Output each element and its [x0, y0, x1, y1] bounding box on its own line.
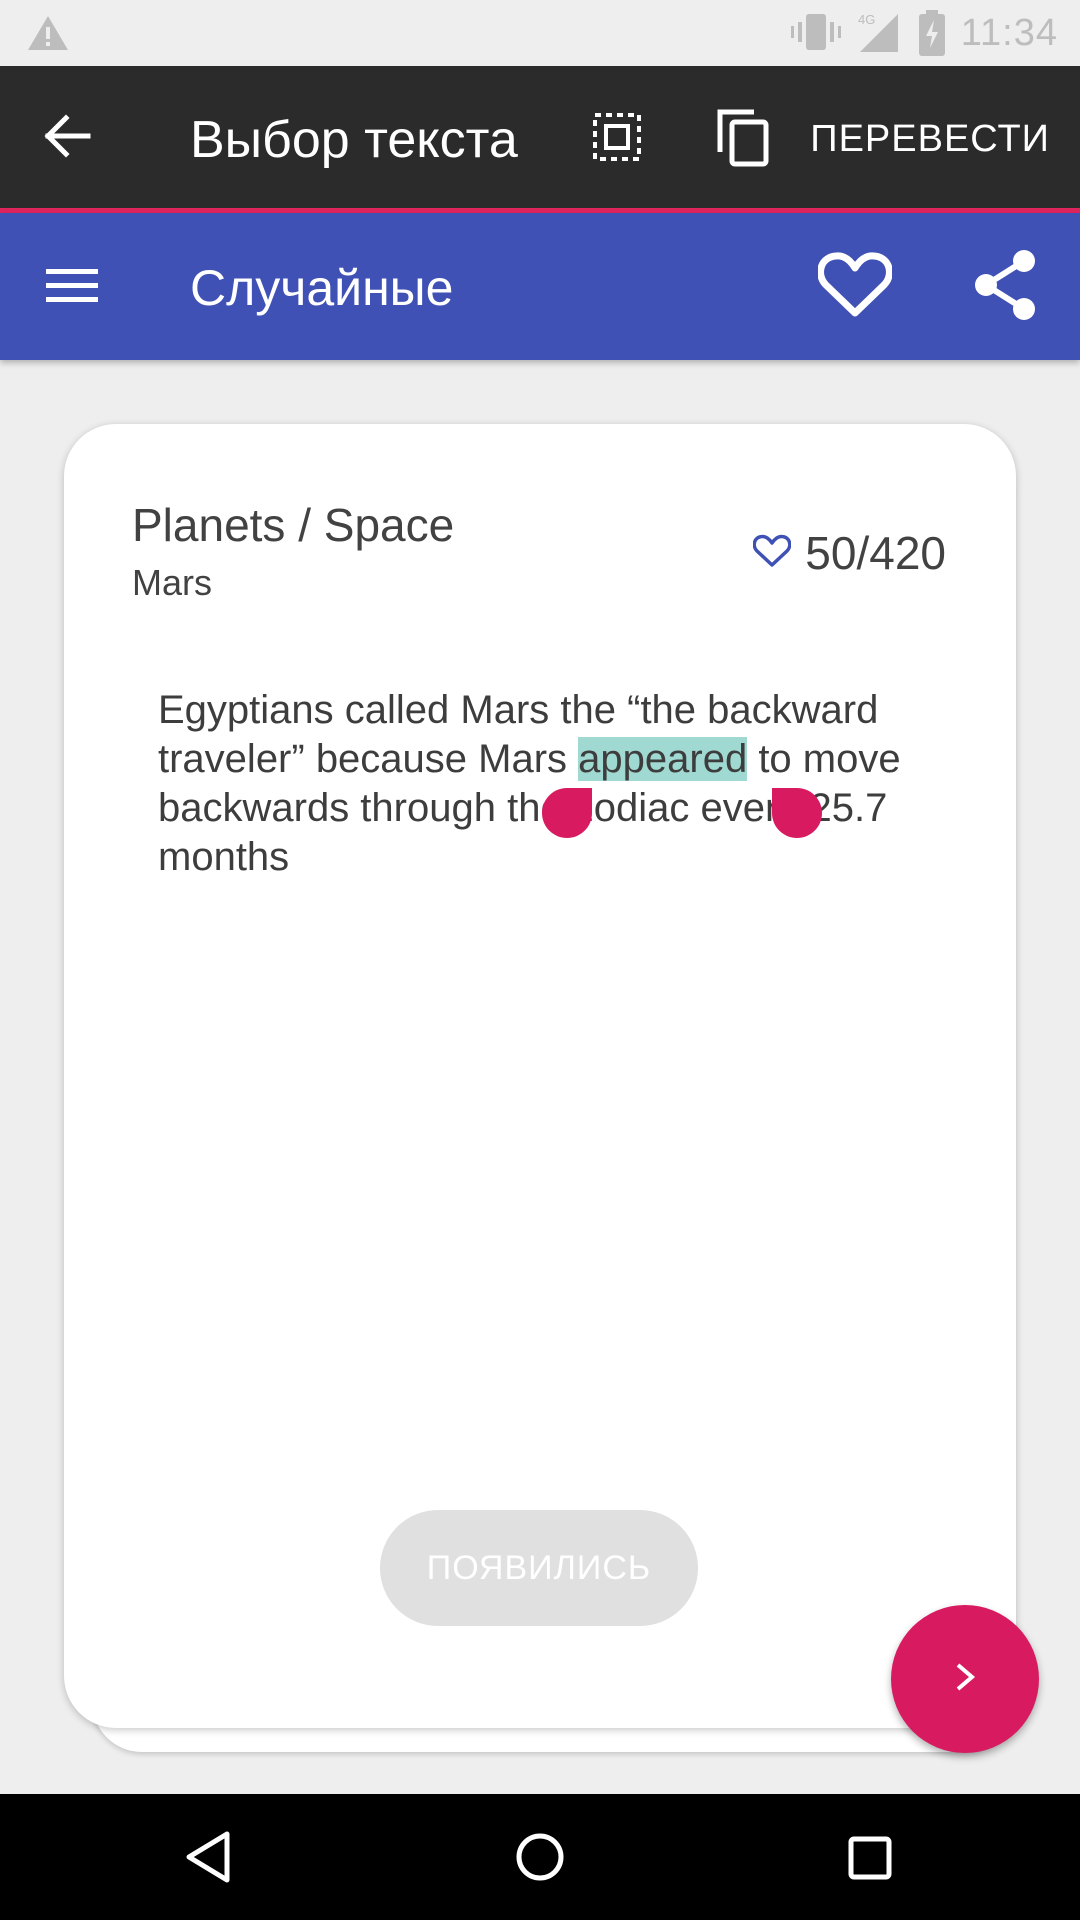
- translation-button[interactable]: ПОЯВИЛИСЬ: [380, 1510, 698, 1626]
- menu-icon[interactable]: [46, 265, 98, 310]
- heart-outline-icon[interactable]: [817, 251, 893, 324]
- fact-text[interactable]: Egyptians called Mars the “the backward …: [158, 686, 938, 882]
- back-arrow-icon[interactable]: [44, 114, 92, 163]
- signal-icon: 4G: [856, 10, 900, 59]
- nav-home-icon[interactable]: [515, 1832, 565, 1887]
- status-bar: 4G 11:34: [0, 0, 1080, 66]
- app-toolbar: Случайные: [0, 213, 1080, 360]
- fact-card: Planets / Space Mars 50/420 Egyptians ca…: [64, 424, 1016, 1728]
- chevron-right-icon: [950, 1657, 980, 1702]
- battery-charging-icon: [918, 10, 946, 61]
- selected-word[interactable]: appeared: [578, 737, 748, 781]
- card-subcategory: Mars: [132, 562, 212, 603]
- favorites-count: 50/420: [805, 527, 946, 579]
- nav-back-icon[interactable]: [183, 1830, 233, 1889]
- share-icon[interactable]: [972, 249, 1038, 326]
- next-card-button[interactable]: [891, 1605, 1039, 1753]
- nav-recents-icon[interactable]: [848, 1836, 892, 1885]
- status-time: 11:34: [960, 12, 1058, 54]
- select-all-icon[interactable]: [592, 112, 642, 167]
- text-selection-action-bar: Выбор текста ПЕРЕВЕСТИ: [0, 66, 1080, 213]
- favorites-counter: 50/420: [752, 526, 946, 580]
- heart-small-icon: [752, 534, 792, 573]
- selection-start-handle[interactable]: [542, 788, 592, 838]
- copy-icon[interactable]: [716, 108, 772, 173]
- vibrate-icon: [790, 12, 842, 57]
- selection-end-handle[interactable]: [772, 788, 822, 838]
- warning-icon: [26, 14, 70, 57]
- action-mode-title: Выбор текста: [190, 111, 518, 169]
- translate-button[interactable]: ПЕРЕВЕСТИ: [810, 118, 1050, 161]
- system-nav-bar: [0, 1794, 1080, 1920]
- toolbar-title: Случайные: [190, 260, 454, 316]
- card-category: Planets / Space: [132, 499, 455, 551]
- network-label: 4G: [858, 12, 875, 27]
